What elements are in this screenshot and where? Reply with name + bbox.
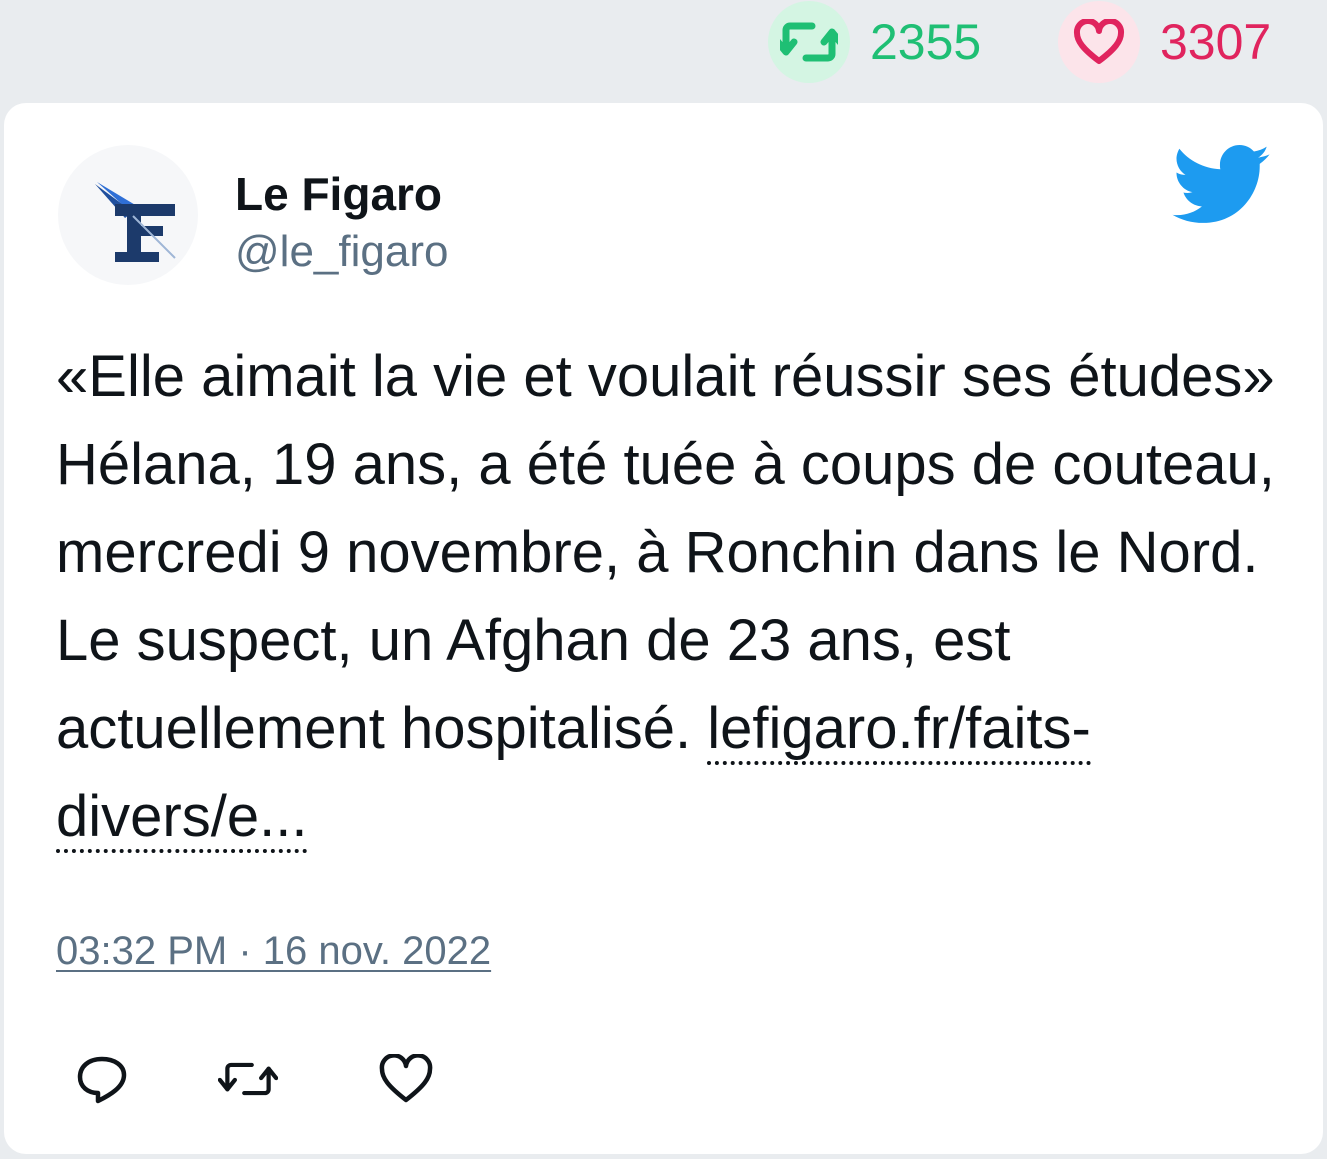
like-count: 3307 <box>1160 14 1272 70</box>
retweet-count: 2355 <box>870 14 982 70</box>
author-handle[interactable]: @le_figaro <box>235 227 448 277</box>
tweet-card: Le Figaro @le_figaro «Elle aimait la vie… <box>4 103 1323 1154</box>
retweet-icon[interactable] <box>218 1049 278 1109</box>
author-name[interactable]: Le Figaro <box>235 167 442 221</box>
tweet-timestamp[interactable]: 03:32 PM · 16 nov. 2022 <box>56 929 491 974</box>
heart-stat-icon <box>1058 1 1140 83</box>
reply-icon[interactable] <box>72 1049 132 1109</box>
tweet-stats-bar: 2355 3307 <box>0 0 1327 100</box>
like-icon[interactable] <box>376 1049 436 1109</box>
retweet-stat-icon <box>768 1 850 83</box>
twitter-bird-icon[interactable] <box>1172 145 1272 232</box>
like-stat[interactable]: 3307 <box>1058 0 1271 84</box>
tweet-body: «Elle aimait la vie et voulait réussir s… <box>56 344 1275 761</box>
tweet-text: «Elle aimait la vie et voulait réussir s… <box>56 333 1296 861</box>
retweet-stat[interactable]: 2355 <box>768 0 981 84</box>
le-figaro-logo-icon[interactable] <box>58 145 198 285</box>
